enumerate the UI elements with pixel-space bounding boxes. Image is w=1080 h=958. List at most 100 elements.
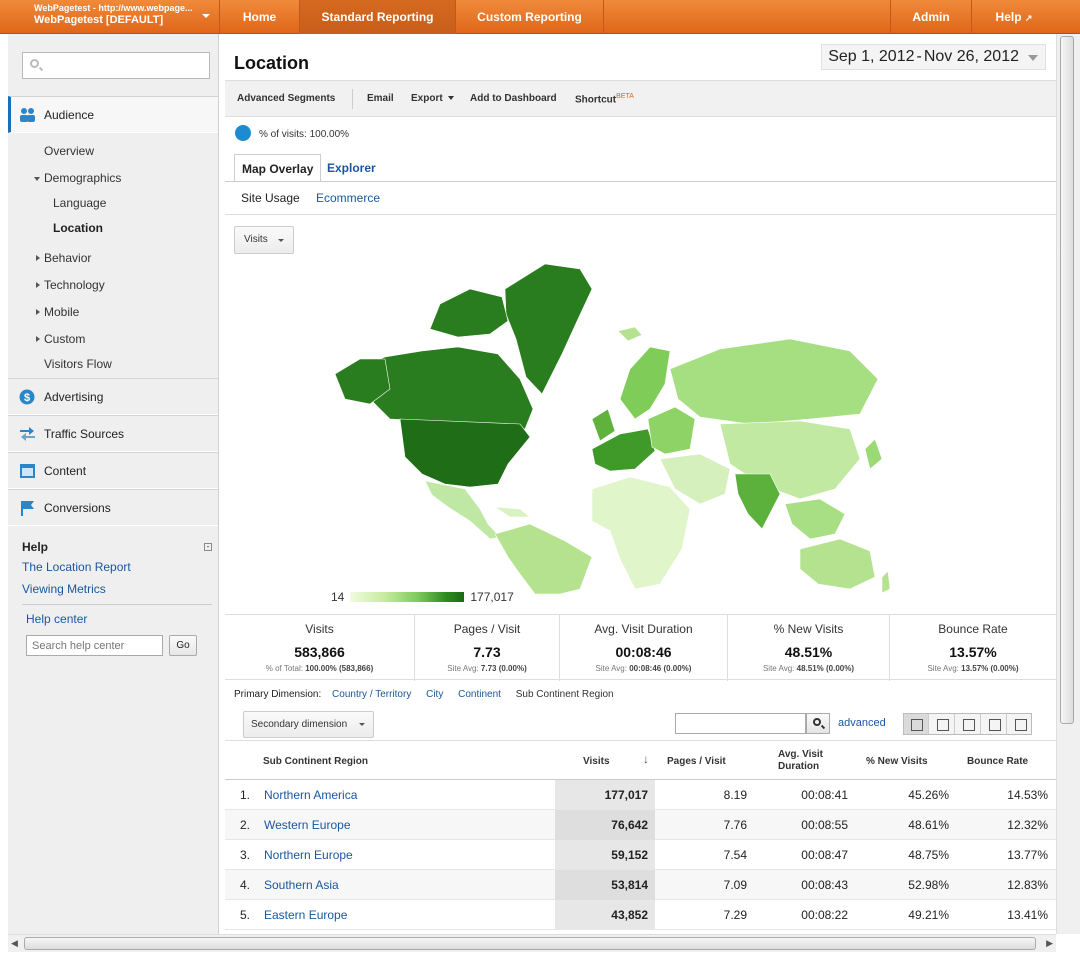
column-header-new-visits[interactable]: % New Visits: [866, 756, 928, 767]
row-new-visits: 48.75%: [908, 848, 949, 862]
scorecard-sub-label: Site Avg:: [762, 664, 795, 673]
nav-admin[interactable]: Admin: [890, 0, 972, 34]
table-view-icon[interactable]: [904, 714, 929, 734]
sidebar-item-language[interactable]: Language: [53, 196, 106, 210]
email-button[interactable]: Email: [367, 93, 394, 104]
comparison-view-icon[interactable]: [982, 714, 1007, 734]
scorecard-sub-label: % of Total:: [265, 664, 303, 673]
sidebar-search-input[interactable]: [22, 52, 210, 79]
row-region-link[interactable]: Western Europe: [264, 818, 351, 832]
sidebar-item-mobile[interactable]: Mobile: [36, 305, 79, 319]
sidebar-item-custom[interactable]: Custom: [36, 332, 85, 346]
report-toolbar: Advanced Segments Email Export Add to Da…: [225, 80, 1056, 117]
tab-explorer[interactable]: Explorer: [320, 154, 383, 182]
scorecard-visits[interactable]: Visits 583,866 % of Total: 100.00% (583,…: [225, 615, 415, 681]
nav-custom-reporting[interactable]: Custom Reporting: [456, 0, 604, 34]
horizontal-scrollbar[interactable]: ◀ ▶: [8, 934, 1056, 952]
help-go-button[interactable]: Go: [169, 635, 197, 656]
table-row: 4. Southern Asia 53,814 7.09 00:08:43 52…: [225, 870, 1056, 900]
sidebar-item-advertising[interactable]: $ Advertising: [8, 378, 218, 415]
primary-dimension-label: Primary Dimension:: [234, 689, 322, 700]
sidebar-item-technology[interactable]: Technology: [36, 278, 105, 292]
help-link-location-report[interactable]: The Location Report: [22, 560, 131, 574]
table-search-button[interactable]: [806, 713, 830, 734]
sidebar-item-content[interactable]: Content: [8, 452, 218, 489]
date-range-picker[interactable]: Sep 1, 2012- Nov 26, 2012: [821, 44, 1046, 70]
export-button[interactable]: Export: [411, 93, 458, 104]
row-region-link[interactable]: Northern America: [264, 788, 357, 802]
scorecard-sub-label: Site Avg:: [447, 664, 479, 673]
scorecard-value: 48.51%: [784, 644, 833, 660]
help-search-input[interactable]: [26, 635, 163, 656]
sidebar-item-label: Demographics: [44, 171, 122, 185]
tab-ecommerce[interactable]: Ecommerce: [316, 191, 380, 205]
scorecard-avg-duration[interactable]: Avg. Visit Duration 00:08:46 Site Avg: 0…: [560, 615, 728, 681]
scorecard-sub: % of Total: 100.00% (583,866): [225, 664, 414, 673]
column-header-pages[interactable]: Pages / Visit: [667, 756, 726, 767]
add-to-dashboard-button[interactable]: Add to Dashboard: [470, 93, 557, 104]
pivot-view-icon[interactable]: [1008, 714, 1033, 734]
chevron-right-icon: [36, 336, 40, 342]
sidebar-item-location[interactable]: Location: [53, 221, 103, 235]
row-new-visits: 52.98%: [908, 878, 949, 892]
scorecard-value: 00:08:46: [615, 644, 672, 660]
sidebar-item-traffic-sources[interactable]: Traffic Sources: [8, 415, 218, 452]
world-map[interactable]: [330, 259, 890, 594]
row-region-link[interactable]: Southern Asia: [264, 878, 339, 892]
tab-map-overlay[interactable]: Map Overlay: [234, 154, 322, 182]
secondary-dimension-dropdown[interactable]: Secondary dimension: [243, 711, 374, 738]
column-header-visits[interactable]: Visits: [583, 756, 610, 767]
nav-help[interactable]: Help ↗: [972, 0, 1056, 34]
export-label: Export: [411, 93, 443, 104]
scorecard-new-visits[interactable]: % New Visits 48.51% Site Avg: 48.51% (0.…: [728, 615, 890, 681]
chevron-down-icon: [202, 14, 210, 18]
row-region-link[interactable]: Eastern Europe: [264, 908, 347, 922]
sidebar-item-visitors-flow[interactable]: Visitors Flow: [44, 357, 112, 371]
date-end: Nov 26, 2012: [923, 48, 1019, 65]
row-pages: 7.76: [723, 818, 747, 832]
dimension-city[interactable]: City: [426, 689, 443, 700]
account-url: WebPagetest - http://www.webpage...: [34, 3, 193, 13]
table-filter-input[interactable]: [675, 713, 806, 734]
nav-standard-reporting[interactable]: Standard Reporting: [300, 0, 456, 34]
sidebar-item-behavior[interactable]: Behavior: [36, 251, 91, 265]
sidebar-item-overview[interactable]: Overview: [44, 144, 94, 158]
nav-home[interactable]: Home: [220, 0, 300, 34]
dimension-country[interactable]: Country / Territory: [332, 689, 411, 700]
column-header-region[interactable]: Sub Continent Region: [263, 756, 368, 767]
dimension-continent[interactable]: Continent: [458, 689, 501, 700]
advanced-segments-button[interactable]: Advanced Segments: [237, 93, 335, 104]
sidebar-item-audience[interactable]: Audience: [8, 96, 218, 133]
top-nav-bar: WebPagetest - http://www.webpage... WebP…: [0, 0, 1080, 34]
map-region-iceland: [617, 326, 643, 342]
chevron-right-icon: [36, 282, 40, 288]
map-metric-dropdown[interactable]: Visits: [234, 226, 294, 254]
scorecard-bounce-rate[interactable]: Bounce Rate 13.57% Site Avg: 13.57% (0.0…: [890, 615, 1056, 681]
sidebar-item-conversions[interactable]: Conversions: [8, 489, 218, 526]
sort-down-icon[interactable]: ↓: [643, 752, 649, 766]
row-duration: 00:08:43: [801, 878, 848, 892]
shortcut-button[interactable]: ShortcutBETA: [575, 93, 634, 105]
row-bounce: 14.53%: [1007, 788, 1048, 802]
scorecard-pages-per-visit[interactable]: Pages / Visit 7.73 Site Avg: 7.73 (0.00%…: [415, 615, 560, 681]
vertical-scrollbar[interactable]: [1056, 34, 1080, 934]
scroll-right-icon[interactable]: ▶: [1046, 938, 1053, 949]
collapse-icon[interactable]: -: [204, 543, 212, 551]
help-link-viewing-metrics[interactable]: Viewing Metrics: [22, 582, 106, 596]
pie-view-icon[interactable]: [930, 714, 955, 734]
row-region-link[interactable]: Northern Europe: [264, 848, 353, 862]
sidebar-item-demographics[interactable]: Demographics: [34, 171, 121, 185]
dimension-subcontinent[interactable]: Sub Continent Region: [516, 689, 614, 700]
account-selector[interactable]: WebPagetest - http://www.webpage... WebP…: [0, 0, 220, 34]
column-header-duration[interactable]: Avg. Visit Duration: [778, 749, 838, 773]
help-center-link[interactable]: Help center: [26, 612, 87, 626]
scroll-left-icon[interactable]: ◀: [11, 938, 18, 949]
scrollbar-thumb[interactable]: [1060, 36, 1074, 724]
dollar-icon: $: [19, 389, 35, 405]
tab-site-usage[interactable]: Site Usage: [241, 191, 300, 205]
performance-view-icon[interactable]: [956, 714, 981, 734]
column-header-bounce[interactable]: Bounce Rate: [967, 756, 1028, 767]
advanced-filter-link[interactable]: advanced: [838, 717, 886, 729]
row-pages: 7.09: [723, 878, 747, 892]
scrollbar-thumb[interactable]: [24, 937, 1036, 950]
